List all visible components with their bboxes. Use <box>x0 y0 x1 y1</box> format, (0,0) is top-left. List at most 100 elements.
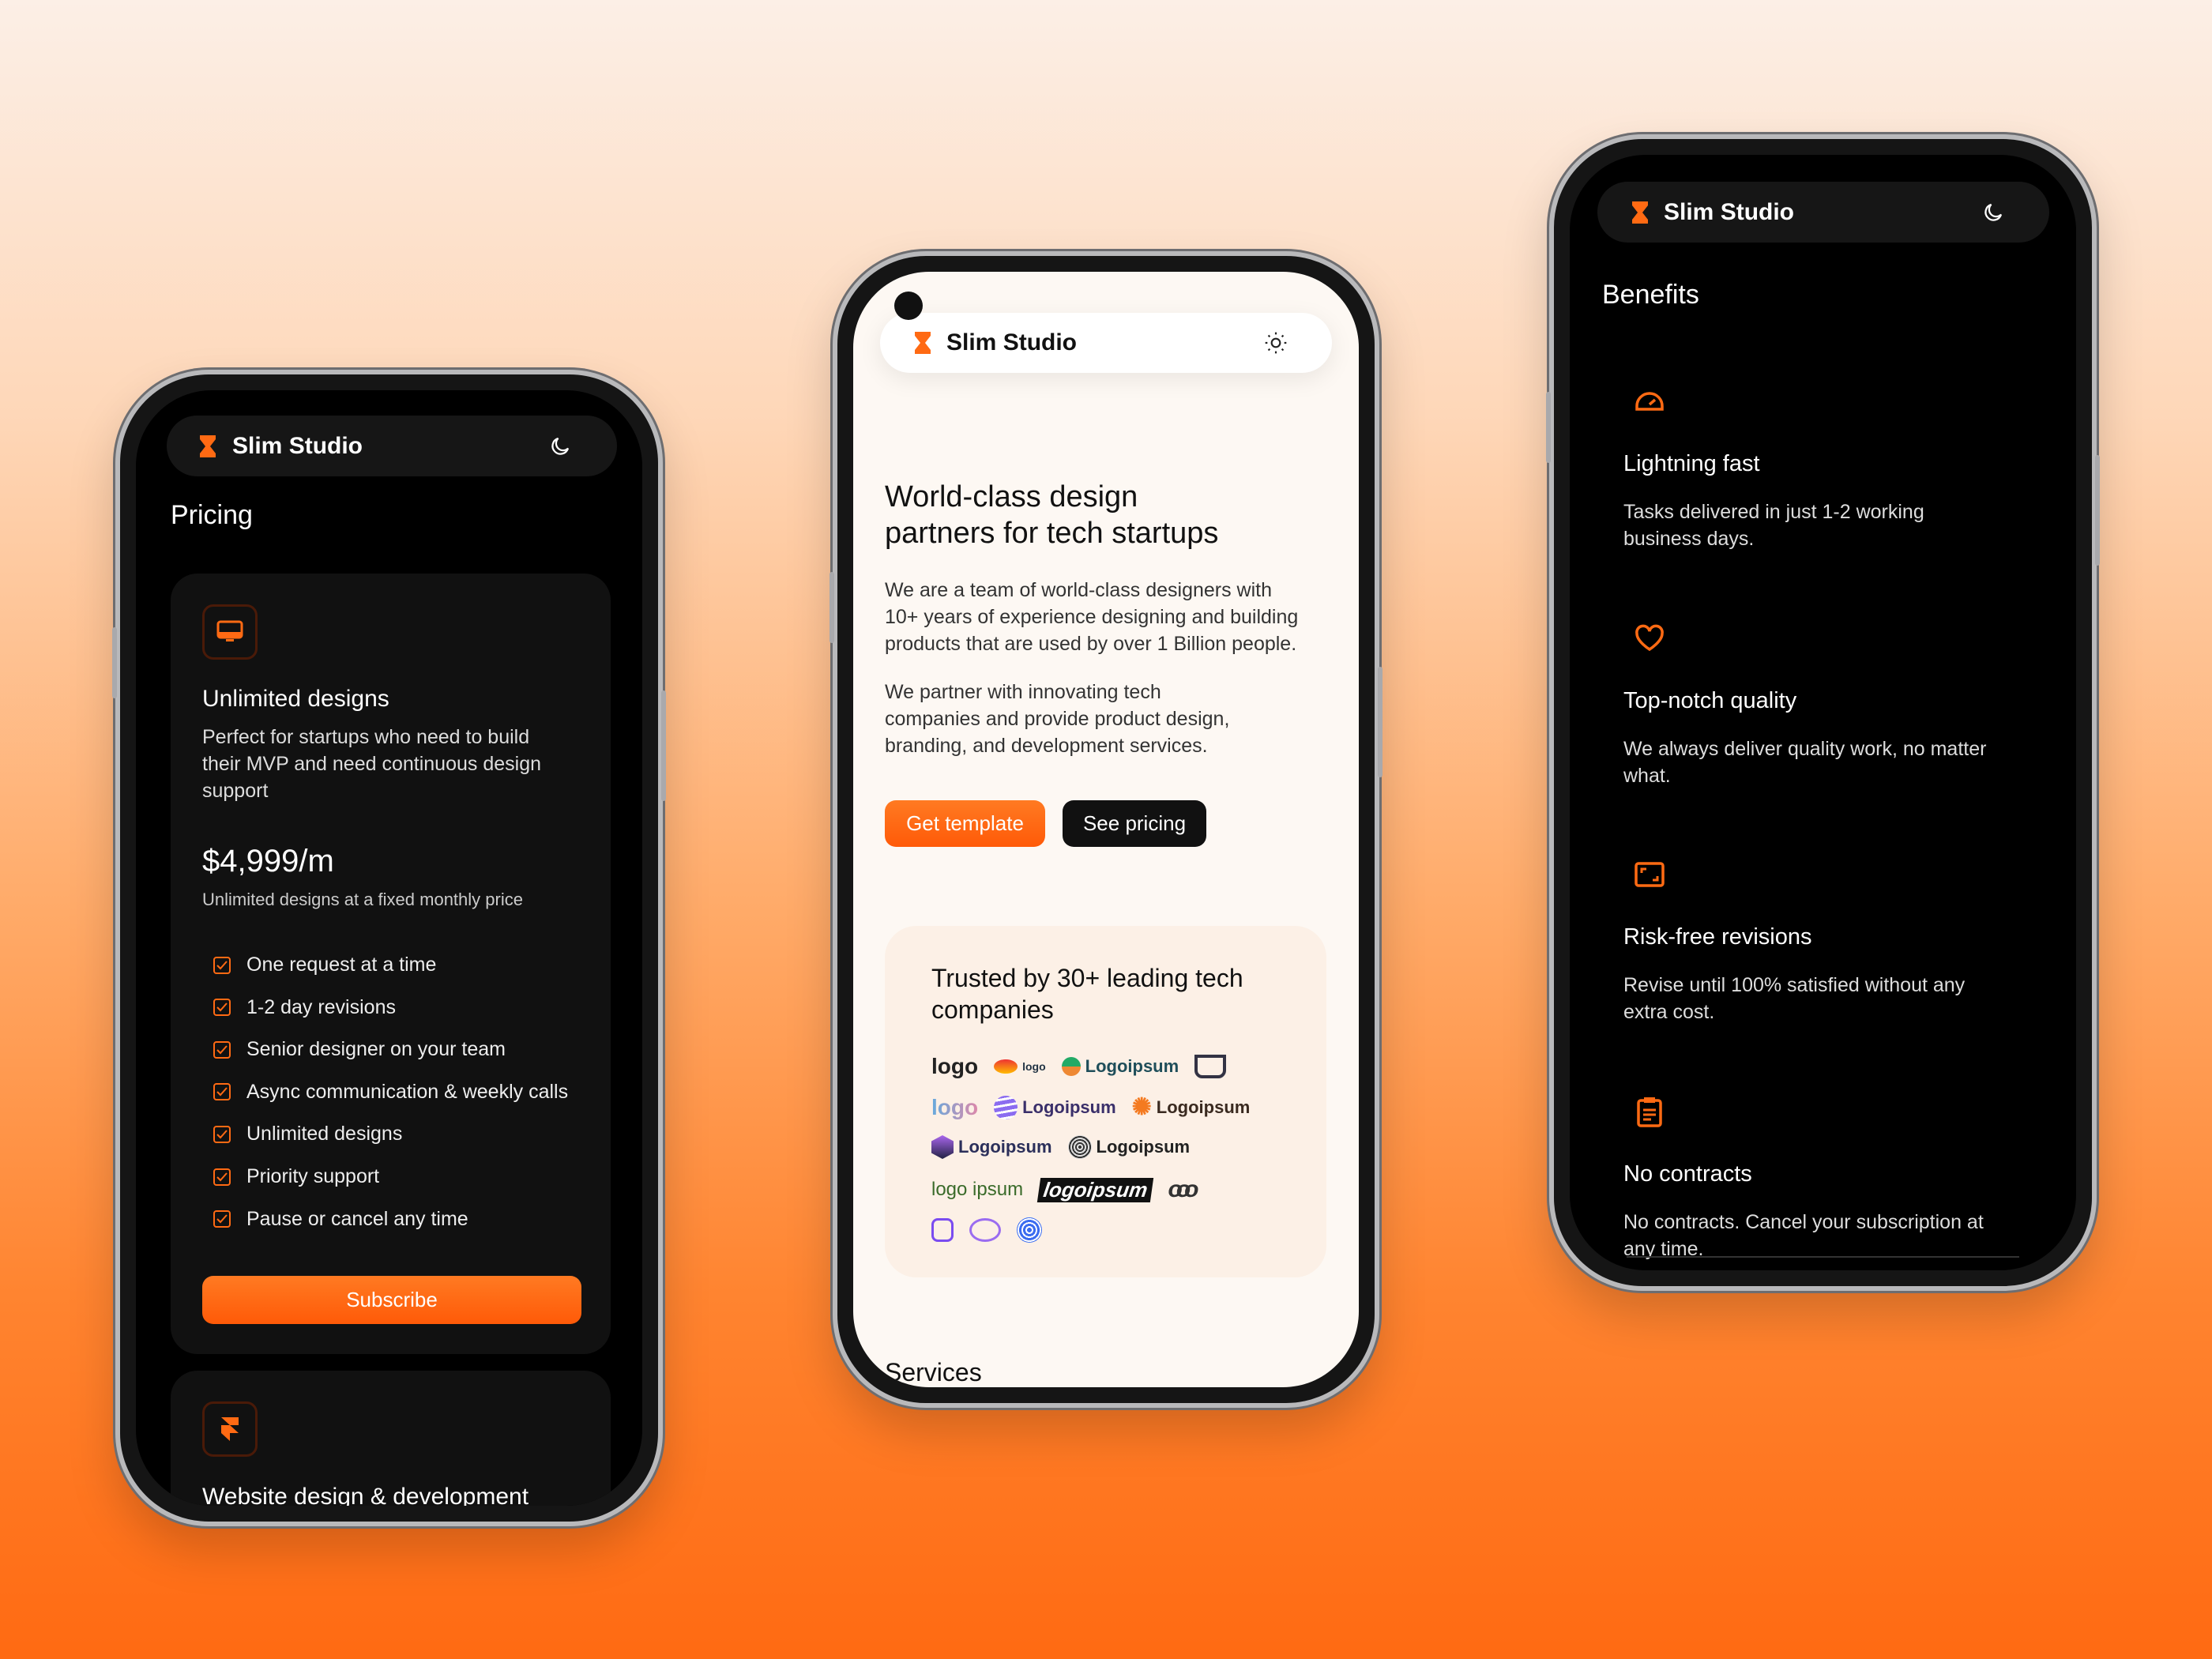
plan-icon-box <box>202 1401 258 1457</box>
heading-line: Trusted by 30+ leading tech <box>931 964 1243 992</box>
moon-icon[interactable] <box>548 434 572 458</box>
side-button <box>1378 667 1382 777</box>
feature-item: Priority support <box>213 1165 379 1188</box>
leaf-logo-icon <box>1061 1057 1081 1076</box>
feature-label: 1-2 day revisions <box>246 995 396 1018</box>
hero-heading: World-class design partners for tech sta… <box>885 479 1218 551</box>
heart-icon <box>1635 624 1664 651</box>
globe-logo-icon <box>1067 1135 1092 1159</box>
plan-price: $4,999/m <box>202 844 334 878</box>
pricing-card: Unlimited designs Perfect for startups w… <box>171 574 611 1354</box>
logo-text: Logoipsum <box>1022 1097 1116 1117</box>
clover-logo-icon <box>931 1218 954 1242</box>
pricing-screen: Slim Studio Pricing Unlimited designs Pe… <box>136 390 642 1506</box>
feature-label: Pause or cancel any time <box>246 1207 468 1230</box>
middle-phone: Slim Studio World-class design partners … <box>830 251 1382 1408</box>
description-line: Revise until 100% satisfied without any <box>1623 974 1966 996</box>
right-phone: Slim Studio Benefits Lightning fast Tasks… <box>1546 134 2100 1291</box>
company-logo: ✺ Logoipsum <box>1132 1093 1251 1121</box>
feature-item: Unlimited designs <box>213 1123 402 1146</box>
left-phone: Slim Studio Pricing Unlimited designs Pe… <box>112 370 666 1526</box>
checkbox-icon <box>213 1168 231 1186</box>
divider <box>1627 1256 2019 1258</box>
feature-label: Priority support <box>246 1165 380 1187</box>
pricing-card-2: Website design & development <box>171 1371 611 1506</box>
moon-icon[interactable] <box>1981 201 2005 224</box>
paragraph-line: We are a team of world-class designers w… <box>885 579 1273 601</box>
logo-text: Logoipsum <box>958 1137 1052 1157</box>
framer-icon <box>221 1417 239 1441</box>
home-screen: Slim Studio World-class design partners … <box>853 272 1359 1387</box>
heading-line: companies <box>931 995 1054 1024</box>
clipboard-icon <box>1637 1097 1662 1127</box>
logo-row: logo logo Logoipsum <box>931 1054 1227 1079</box>
checkbox-icon <box>213 1210 231 1228</box>
side-button <box>112 627 117 698</box>
company-logo: Logoipsum <box>1061 1056 1179 1077</box>
swirl-logo-icon <box>969 1218 1001 1242</box>
description-line: their MVP and need continuous design <box>202 753 542 775</box>
logo-row: logo ipsum logoipsum ooo <box>931 1176 1199 1203</box>
company-logo: logoipsum <box>1036 1177 1154 1202</box>
paragraph-line: branding, and development services. <box>885 735 1208 757</box>
company-logo: logo <box>994 1059 1046 1074</box>
monogram-logo-icon <box>1194 1055 1227 1078</box>
logo-text: Logoipsum <box>1156 1097 1251 1117</box>
logo-text: logo <box>1022 1060 1046 1073</box>
checkbox-icon <box>213 956 231 974</box>
see-pricing-button[interactable]: See pricing <box>1063 800 1206 847</box>
benefit-title: No contracts <box>1623 1161 1752 1187</box>
checkbox-icon <box>213 999 231 1017</box>
paragraph-line: companies and provide product design, <box>885 708 1230 730</box>
plan-title: Website design & development <box>202 1484 529 1506</box>
get-template-button[interactable]: Get template <box>885 800 1045 847</box>
hero-paragraph-2: We partner with innovating tech companie… <box>885 679 1229 759</box>
brand-name[interactable]: Slim Studio <box>946 329 1077 356</box>
feature-label: Senior designer on your team <box>246 1038 506 1061</box>
feature-item: Async communication & weekly calls <box>213 1081 568 1104</box>
services-title: Services <box>885 1358 982 1386</box>
benefit-description: We always deliver quality work, no matte… <box>1623 735 1986 789</box>
description-line: Tasks delivered in just 1-2 working <box>1623 501 1924 523</box>
benefit-description: No contracts. Cancel your subscription a… <box>1623 1209 1984 1262</box>
description-line: business days. <box>1623 528 1755 550</box>
nav-bar: Slim Studio <box>167 416 617 476</box>
logo-text: Logoipsum <box>1096 1137 1191 1157</box>
monitor-icon <box>216 620 243 641</box>
sunrise-logo-icon <box>994 1059 1018 1074</box>
benefit-description: Revise until 100% satisfied without any e… <box>1623 972 1965 1025</box>
frame-corners-icon <box>1635 862 1665 887</box>
brand-name[interactable]: Slim Studio <box>1664 199 1794 226</box>
nav-bar: Slim Studio <box>880 313 1332 373</box>
sunburst-logo-icon: ✺ <box>1131 1094 1152 1120</box>
paragraph-line: 10+ years of experience designing and bu… <box>885 606 1299 628</box>
feature-label: Async communication & weekly calls <box>246 1080 569 1103</box>
section-title: Benefits <box>1602 280 1699 310</box>
feature-item: One request at a time <box>213 954 436 976</box>
description-line: what. <box>1623 764 1671 787</box>
benefits-screen: Slim Studio Benefits Lightning fast Tasks… <box>1570 155 2076 1270</box>
brand-name[interactable]: Slim Studio <box>232 433 363 460</box>
plan-title: Unlimited designs <box>202 686 389 712</box>
description-line: We always deliver quality work, no matte… <box>1623 737 1987 760</box>
wave-logo-icon <box>994 1095 1018 1119</box>
side-button <box>661 690 666 801</box>
hero-paragraph-1: We are a team of world-class designers w… <box>885 577 1298 657</box>
price-note: Unlimited designs at a fixed monthly pri… <box>202 890 523 909</box>
subscribe-button[interactable]: Subscribe <box>202 1276 581 1324</box>
feature-item: Senior designer on your team <box>213 1038 506 1061</box>
plan-icon-box <box>202 604 258 660</box>
company-logo: logo ipsum <box>931 1179 1024 1200</box>
hexagon-logo-icon <box>931 1135 954 1159</box>
camera-cutout <box>894 292 923 320</box>
sun-icon[interactable] <box>1263 330 1288 356</box>
hourglass-logo-icon <box>915 332 931 354</box>
chain-logo-icon: ooo <box>1168 1176 1199 1202</box>
heading-line: partners for tech startups <box>885 517 1219 550</box>
logo-row <box>931 1217 1042 1243</box>
description-line: support <box>202 780 269 802</box>
benefit-title: Lightning fast <box>1623 451 1760 476</box>
logo-row: Logoipsum Logoipsum <box>931 1135 1190 1159</box>
heading-line: World-class design <box>885 480 1138 514</box>
benefit-title: Top-notch quality <box>1623 687 1797 713</box>
